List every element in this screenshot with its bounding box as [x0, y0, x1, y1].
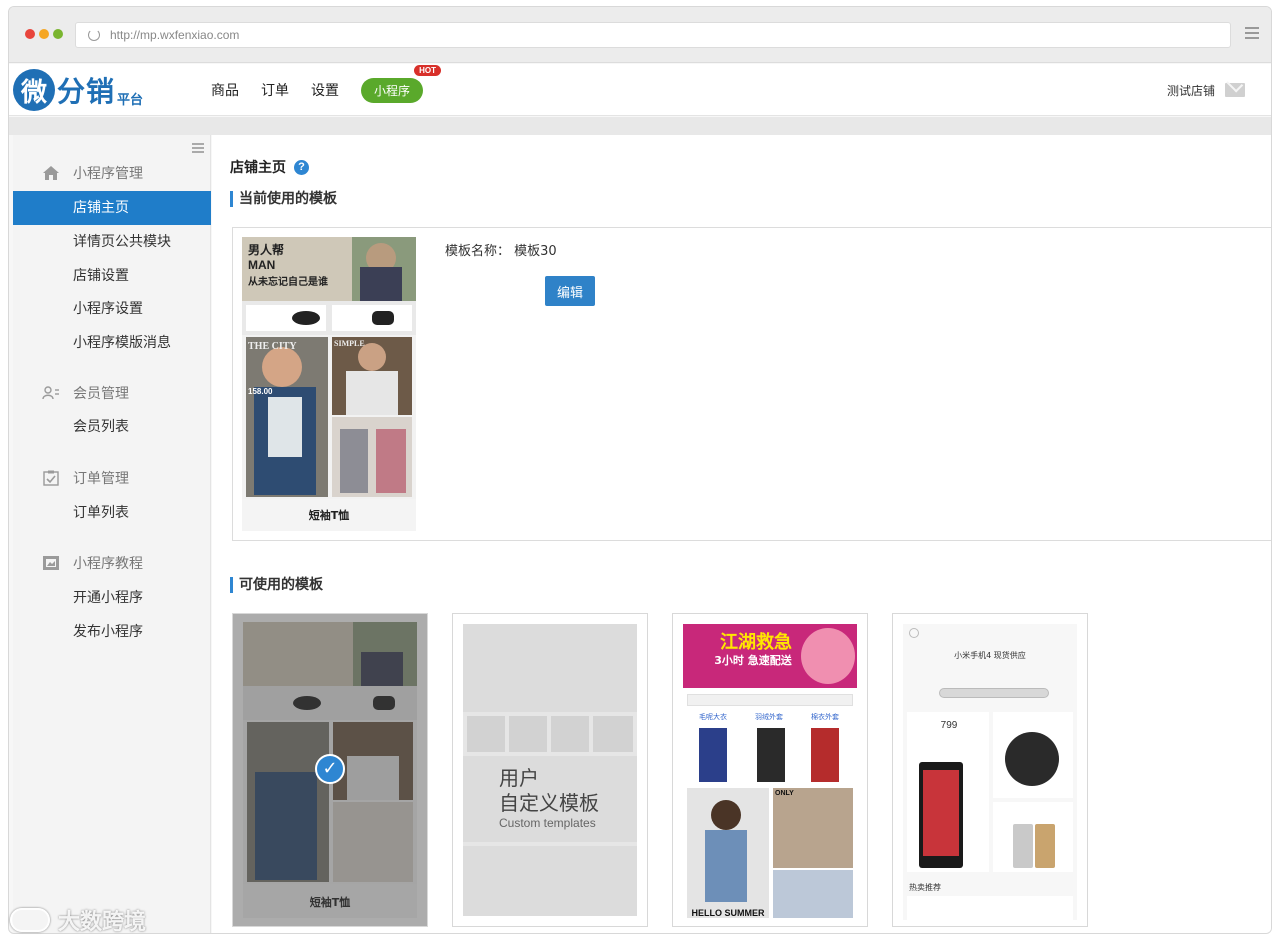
top-header: 微 分销 平台 商品 订单 设置 小程序 HOT 测试店铺: [9, 64, 1271, 116]
header-gap: [9, 117, 1271, 135]
sidebar-item-publish-mini-program[interactable]: 发布小程序: [13, 615, 211, 649]
cat-coat: 毛呢大衣: [699, 713, 727, 721]
brand-only: ONLY: [775, 790, 794, 797]
nav-mini-program[interactable]: 小程序 HOT: [361, 64, 442, 103]
close-window-dot[interactable]: [25, 29, 35, 39]
sidebar-item-detail-module[interactable]: 详情页公共模块: [13, 225, 211, 259]
hot-recommend: 热卖推荐: [909, 883, 941, 892]
store-area: 测试店铺: [1167, 64, 1245, 116]
nav-products[interactable]: 商品: [211, 80, 239, 100]
sidebar-item-store-settings[interactable]: 店铺设置: [13, 259, 211, 293]
current-template-box: 男人帮 MAN 从未忘记自己是谁 THE CITY SIMPLE 158.00 …: [232, 227, 1271, 541]
template-name-value: 模板30: [514, 244, 557, 259]
thumb-slogan: 从未忘记自己是谁: [248, 277, 328, 288]
cat-down: 羽绒外套: [755, 713, 783, 721]
custom-line3: Custom templates: [499, 816, 596, 830]
thumb-city: THE CITY: [248, 341, 297, 352]
home-icon: [43, 166, 59, 180]
logo[interactable]: 微 分销 平台: [13, 69, 144, 111]
main-nav: 商品 订单 设置 小程序 HOT: [211, 64, 442, 116]
watermark-text: 大数跨境: [58, 910, 147, 935]
watermark: 大数跨境: [10, 904, 146, 936]
help-icon[interactable]: ?: [294, 159, 309, 175]
page-title-text: 店铺主页: [230, 160, 286, 176]
browser-window: http://mp.wxfenxiao.com 微 分销 平台 商品 订单 设置…: [8, 6, 1272, 934]
tutorial-icon: [43, 556, 59, 570]
maximize-window-dot[interactable]: [53, 29, 63, 39]
logo-sub: 平台: [117, 92, 144, 108]
sidebar-group-title: 订单管理: [73, 471, 129, 487]
members-icon: [42, 386, 59, 400]
sidebar-item-template-messages[interactable]: 小程序模版消息: [13, 326, 211, 360]
custom-line1: 用户: [499, 766, 539, 790]
logo-text: 分销: [57, 75, 116, 108]
sidebar-group-tutorial: 小程序教程: [13, 553, 211, 573]
phone-price: 799: [940, 720, 958, 731]
hello-summer: HELLO SUMMER: [691, 908, 765, 918]
template-card-fashion-man[interactable]: 短袖T恤 ✓: [232, 613, 428, 927]
template-name-label: 模板名称：: [445, 244, 511, 259]
edit-template-button[interactable]: 编辑: [545, 276, 595, 306]
cat-cotton: 棉衣外套: [811, 713, 839, 721]
sidebar-group-title: 小程序管理: [73, 166, 143, 182]
minimize-window-dot[interactable]: [39, 29, 49, 39]
sidebar-group-members: 会员管理: [13, 383, 211, 403]
template-card-fashion-women[interactable]: 江湖救急 3小时 急速配送 毛呢大衣 羽绒外套 棉衣外套 ONLY HELLO …: [672, 613, 868, 927]
sidebar-group-orders: 订单管理: [13, 468, 211, 488]
template-name-row: 模板名称： 模板30: [445, 240, 557, 259]
banner-sub: 3小时 急速配送: [714, 654, 792, 667]
thumb-simple: SIMPLE: [334, 339, 365, 348]
clipboard-check-icon: [43, 470, 59, 486]
sidebar-group-title: 会员管理: [73, 386, 129, 402]
sidebar-item-store-home[interactable]: 店铺主页: [13, 191, 211, 225]
main-content: 店铺主页 ? 当前使用的模板 男人帮 MAN 从未忘记自己是谁 THE CITY…: [212, 135, 1271, 933]
hot-badge: HOT: [414, 64, 442, 76]
check-icon: ✓: [315, 754, 345, 784]
thumb-footer: 短袖T恤: [308, 509, 350, 522]
template-thumbnail: 小米手机4 现货供应 799 热卖推荐: [903, 624, 1077, 920]
mini-program-label: 小程序: [374, 83, 411, 98]
current-template-title: 当前使用的模板: [230, 191, 337, 207]
nav-orders[interactable]: 订单: [261, 80, 289, 100]
thumb-price: 158.00: [248, 387, 273, 396]
sidebar-group-title: 小程序教程: [73, 556, 143, 572]
sidebar-toggle-icon[interactable]: [192, 143, 204, 155]
sidebar-group-mini-program: 小程序管理: [13, 163, 211, 183]
page-title: 店铺主页 ?: [230, 157, 309, 177]
mail-icon[interactable]: [1225, 83, 1245, 97]
sidebar: 小程序管理 店铺主页 详情页公共模块 店铺设置 小程序设置 小程序模版消息 会员…: [13, 135, 211, 933]
custom-line2: 自定义模板: [499, 791, 599, 815]
sidebar-item-order-list[interactable]: 订单列表: [13, 496, 211, 530]
template-card-electronics[interactable]: 小米手机4 现货供应 799 热卖推荐: [892, 613, 1088, 927]
template-thumbnail: 江湖救急 3小时 急速配送 毛呢大衣 羽绒外套 棉衣外套 ONLY HELLO …: [683, 624, 857, 920]
available-templates-title: 可使用的模板: [230, 577, 323, 593]
sidebar-item-open-mini-program[interactable]: 开通小程序: [13, 581, 211, 615]
nav-settings[interactable]: 设置: [311, 80, 339, 100]
reload-icon[interactable]: [88, 29, 100, 41]
current-template-thumbnail: 男人帮 MAN 从未忘记自己是谁 THE CITY SIMPLE 158.00 …: [242, 237, 416, 531]
logo-mark: 微: [13, 69, 55, 111]
address-url: http://mp.wxfenxiao.com: [110, 28, 240, 42]
banner-title: 江湖救急: [720, 632, 792, 653]
template-card-custom[interactable]: 用户 自定义模板 Custom templates: [452, 613, 648, 927]
watermark-logo-icon: [10, 908, 50, 932]
sidebar-item-mini-program-settings[interactable]: 小程序设置: [13, 292, 211, 326]
custom-template-text: 用户 自定义模板 Custom templates: [499, 766, 599, 830]
browser-chrome: http://mp.wxfenxiao.com: [9, 7, 1271, 63]
store-name[interactable]: 测试店铺: [1167, 82, 1215, 99]
phone-title: 小米手机4 现货供应: [954, 651, 1026, 660]
search-icon: [909, 628, 919, 638]
thumb-brand: 男人帮 MAN: [248, 243, 285, 272]
browser-menu-icon[interactable]: [1245, 27, 1259, 41]
sidebar-item-member-list[interactable]: 会员列表: [13, 410, 211, 444]
address-bar[interactable]: http://mp.wxfenxiao.com: [75, 22, 1231, 48]
